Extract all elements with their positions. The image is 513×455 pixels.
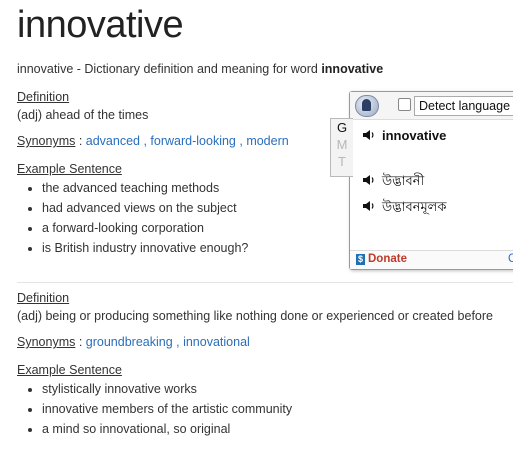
page-subtitle: innovative - Dictionary definition and m… bbox=[17, 62, 383, 76]
footer-link[interactable]: C bbox=[508, 253, 513, 265]
definition-text: (adj) being or producing something like … bbox=[17, 309, 493, 323]
synonym-link[interactable]: modern bbox=[246, 134, 288, 148]
example-label: Example Sentence bbox=[17, 162, 122, 176]
synonyms-row: Synonyms : groundbreaking , innovational bbox=[17, 335, 250, 349]
subtitle-word: innovative bbox=[321, 62, 384, 76]
speaker-icon[interactable] bbox=[362, 129, 376, 141]
page-title: innovative bbox=[17, 4, 184, 46]
tab-microsoft[interactable]: M bbox=[331, 136, 353, 153]
popup-toolbar: Detect language bbox=[350, 92, 513, 120]
example-label: Example Sentence bbox=[17, 363, 122, 377]
translator-logo-icon[interactable] bbox=[355, 95, 379, 117]
example-item: a mind so innovational, so original bbox=[42, 419, 292, 439]
synonyms-label: Synonyms bbox=[17, 335, 76, 349]
definition-text: (adj) ahead of the times bbox=[17, 108, 149, 122]
synonym-link[interactable]: innovational bbox=[183, 335, 250, 349]
synonym-link[interactable]: groundbreaking bbox=[86, 335, 173, 349]
speaker-icon[interactable] bbox=[362, 200, 376, 212]
tab-translator[interactable]: T bbox=[331, 153, 353, 170]
gmt-tab-strip: G M T bbox=[330, 118, 353, 177]
example-item: a forward-looking corporation bbox=[42, 218, 248, 238]
example-item: is British industry innovative enough? bbox=[42, 238, 248, 258]
source-language-select[interactable]: Detect language bbox=[414, 96, 513, 116]
example-list: stylistically innovative works innovativ… bbox=[22, 379, 292, 439]
subtitle-text: innovative - Dictionary definition and m… bbox=[17, 62, 322, 76]
synonyms-label: Synonyms bbox=[17, 134, 76, 148]
synonyms-row: Synonyms : advanced , forward-looking , … bbox=[17, 134, 289, 148]
speaker-icon[interactable] bbox=[362, 174, 376, 186]
definition-label: Definition bbox=[17, 291, 70, 305]
tab-google[interactable]: G bbox=[331, 119, 353, 136]
source-word: innovative bbox=[382, 128, 447, 143]
popup-footer: $ Donate C bbox=[350, 250, 513, 269]
translation-text: উদ্ভাবনী bbox=[382, 173, 425, 188]
dollar-icon: $ bbox=[356, 254, 365, 265]
synonym-link[interactable]: advanced bbox=[86, 134, 140, 148]
translation-row: উদ্ভাবনমূলক bbox=[362, 198, 446, 219]
detect-language-checkbox[interactable] bbox=[398, 98, 411, 111]
donate-label: Donate bbox=[368, 253, 407, 265]
entry-divider bbox=[17, 282, 513, 283]
donate-link[interactable]: $ Donate bbox=[356, 253, 407, 265]
synonym-link[interactable]: forward-looking bbox=[150, 134, 235, 148]
translation-row: উদ্ভাবনী bbox=[362, 172, 424, 193]
example-list: the advanced teaching methods had advanc… bbox=[22, 178, 248, 258]
source-word-row: innovative bbox=[362, 128, 446, 143]
example-item: innovative members of the artistic commu… bbox=[42, 399, 292, 419]
example-item: the advanced teaching methods bbox=[42, 178, 248, 198]
example-item: stylistically innovative works bbox=[42, 379, 292, 399]
translation-text: উদ্ভাবনমূলক bbox=[382, 199, 447, 214]
example-item: had advanced views on the subject bbox=[42, 198, 248, 218]
definition-label: Definition bbox=[17, 90, 70, 104]
